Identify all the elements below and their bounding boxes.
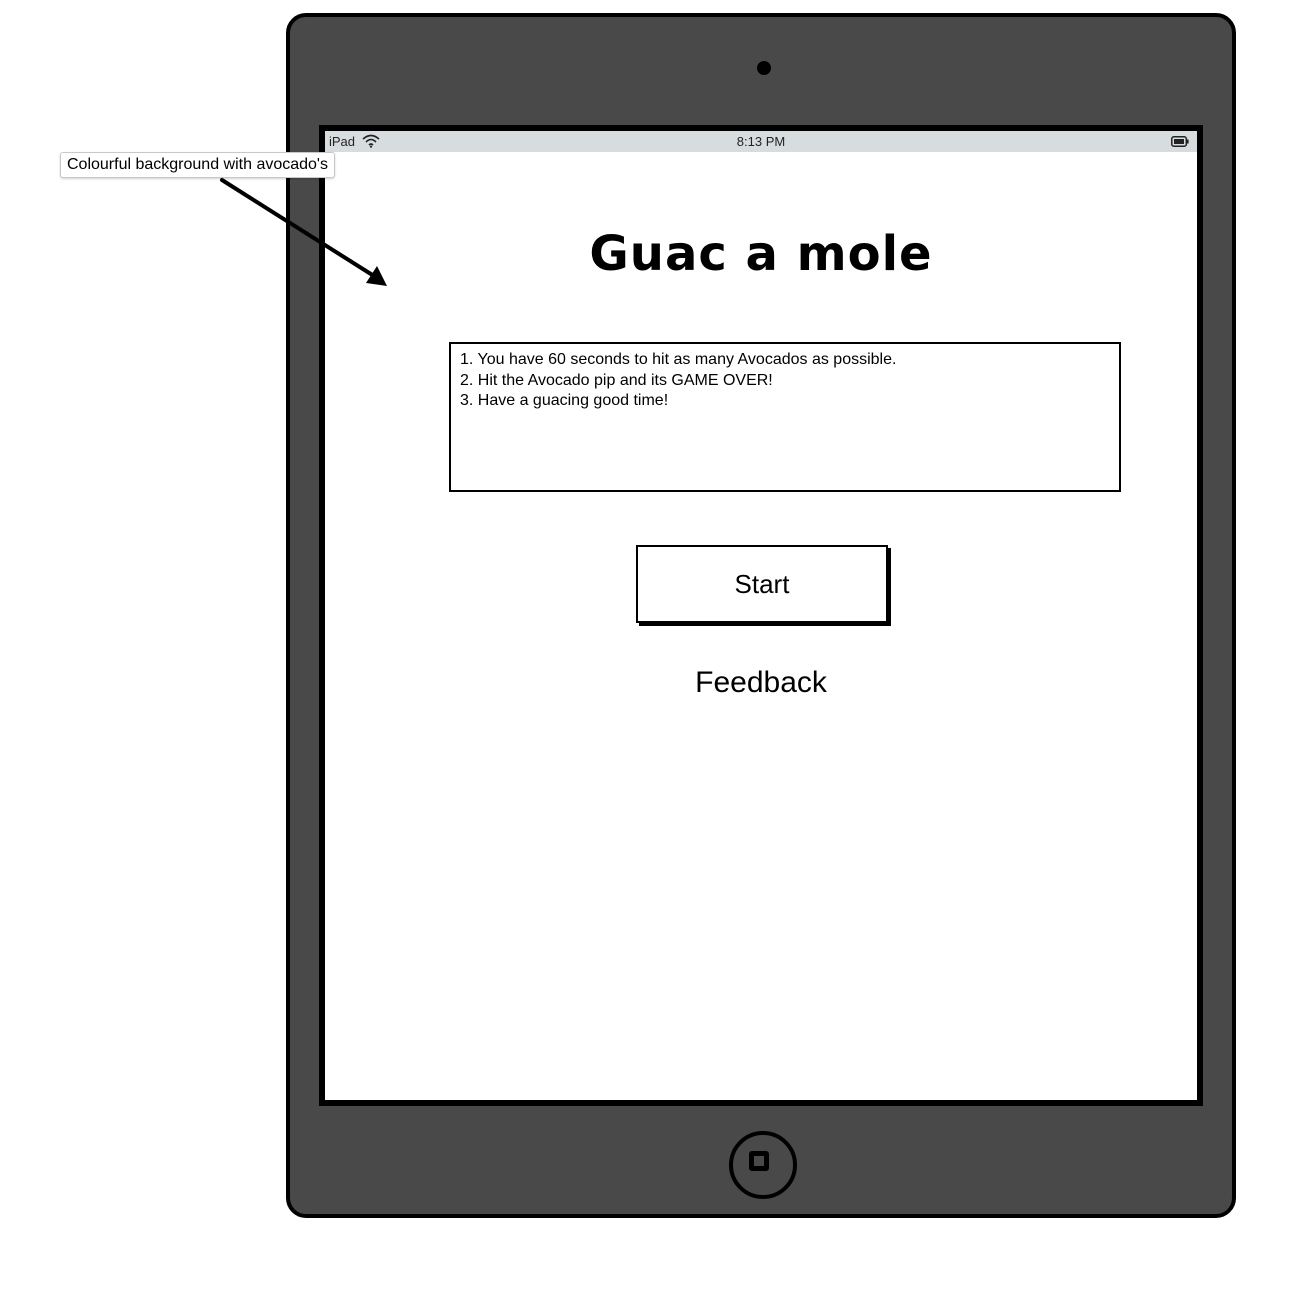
instruction-item: 3. Have a guacing good time! — [460, 392, 669, 409]
annotation-note: Colourful background with avocado's — [60, 152, 335, 178]
battery-icon — [1171, 136, 1189, 147]
start-button[interactable]: Start — [636, 545, 888, 623]
tablet-screen: iPad 8:13 PM Guac a mole 1. You have 60 … — [319, 125, 1203, 1106]
page-title: Guac a mole — [589, 226, 933, 282]
home-button[interactable] — [729, 1131, 797, 1199]
status-bar: iPad 8:13 PM — [325, 131, 1197, 152]
instruction-item: 2. Hit the Avocado pip and its GAME OVER… — [460, 371, 773, 389]
status-time: 8:13 PM — [736, 134, 786, 149]
feedback-link[interactable]: Feedback — [325, 666, 1197, 700]
instructions-box: 1. You have 60 seconds to hit as many Av… — [449, 342, 1121, 492]
home-square-icon — [749, 1151, 769, 1171]
camera-dot — [757, 61, 771, 75]
instruction-item: 1. You have 60 seconds to hit as many Av… — [460, 351, 897, 368]
